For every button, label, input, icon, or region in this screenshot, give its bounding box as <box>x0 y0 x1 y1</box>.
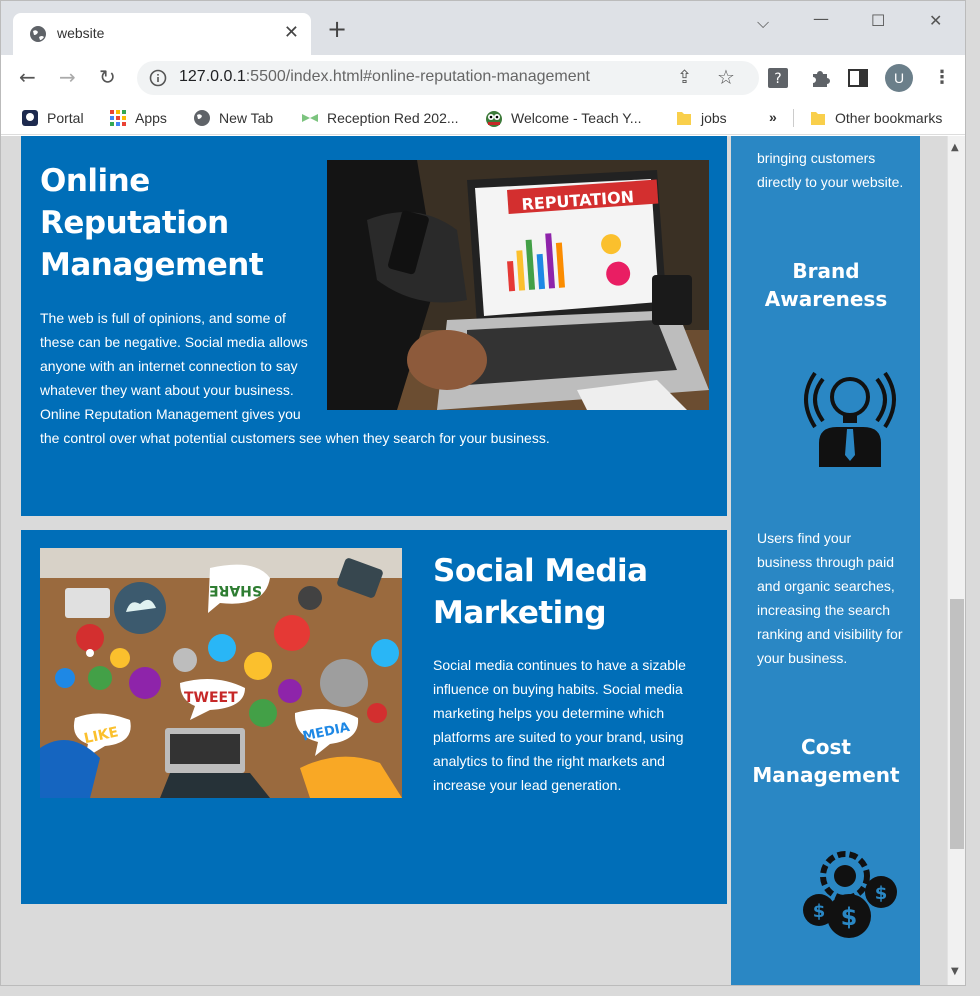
share-bubble-text: SHARE <box>209 582 262 598</box>
bookmark-welcome-teach[interactable]: Welcome - Teach Y... <box>485 109 641 127</box>
smm-body: Social media continues to have a sizable… <box>433 657 686 793</box>
orm-title-line: Reputation <box>40 205 229 241</box>
info-icon[interactable] <box>149 69 167 87</box>
profile-avatar[interactable]: U <box>885 64 913 92</box>
kebab-menu-icon[interactable]: ⋮ <box>933 67 951 88</box>
bowtie-icon <box>302 114 318 122</box>
bookmark-label: Welcome - Teach Y... <box>511 110 642 126</box>
brand-title-line: Awareness <box>764 287 888 311</box>
scroll-up-arrow-icon[interactable]: ▲ <box>951 142 959 153</box>
page-viewport: REPUTATION Online Reputation Management … <box>1 136 947 985</box>
address-bar[interactable]: 127.0.0.1:5500/index.html#online-reputat… <box>137 61 759 95</box>
float-spacer <box>310 306 710 414</box>
page-scrollbar[interactable]: ▲ ▼ <box>947 136 965 985</box>
close-window-button[interactable]: ✕ <box>929 11 942 30</box>
svg-text:?: ? <box>774 71 781 87</box>
extensions-puzzle-icon[interactable] <box>809 67 831 94</box>
bookmark-label: Other bookmarks <box>835 110 943 126</box>
portal-icon <box>22 110 38 126</box>
sidebar-intro-text: bringing customers directly to your webs… <box>757 150 904 190</box>
new-tab-button[interactable]: + <box>327 17 347 41</box>
bookmarks-bar: Portal Apps New Tab Reception Red 202...… <box>1 101 965 135</box>
orm-title-line: Online <box>40 163 150 199</box>
bookmark-portal[interactable]: Portal <box>21 109 84 127</box>
scroll-down-arrow-icon[interactable]: ▼ <box>951 966 959 977</box>
tab-strip: website ✕ + ⌵ — ☐ ✕ <box>1 1 965 55</box>
chevron-down-icon[interactable]: ⌵ <box>757 13 769 33</box>
folder-icon <box>677 112 691 125</box>
bookmark-star-icon[interactable]: ☆ <box>717 65 735 89</box>
svg-text:$: $ <box>875 883 888 904</box>
reload-icon[interactable]: ↻ <box>99 65 116 89</box>
brand-awareness-title: Brand Awareness <box>741 257 911 313</box>
owl-icon <box>486 111 502 127</box>
bookmark-label: New Tab <box>219 110 274 126</box>
orm-title: Online Reputation Management <box>40 160 264 286</box>
tab-title: website <box>57 25 105 41</box>
browser-toolbar: ← → ↻ 127.0.0.1:5500/index.html#online-r… <box>1 55 965 101</box>
side-panel-icon[interactable] <box>847 67 869 94</box>
bookmark-label: Reception Red 202... <box>327 110 459 126</box>
cost-gear-coins-icon: $ $ $ <box>803 851 897 938</box>
maximize-button[interactable]: ☐ <box>871 11 885 30</box>
services-sidebar: bringing customers directly to your webs… <box>731 136 920 985</box>
cost-management-title: Cost Management <box>741 733 911 789</box>
browser-tab[interactable]: website ✕ <box>13 13 311 55</box>
smm-title-line: Marketing <box>433 595 607 631</box>
brand-awareness-body: Users find your business through paid an… <box>757 530 903 666</box>
social-media-image: SHARE TWEET LIKE MEDIA <box>40 548 402 798</box>
brand-title-line: Brand <box>792 259 860 283</box>
url-text[interactable]: 127.0.0.1:5500/index.html#online-reputat… <box>179 68 590 86</box>
svg-text:$: $ <box>813 901 826 922</box>
smm-title: Social Media Marketing <box>433 550 648 634</box>
folder-icon <box>811 112 825 125</box>
bookmarks-divider <box>793 109 794 127</box>
url-host: 127.0.0.1 <box>179 68 246 85</box>
bookmark-label: jobs <box>701 110 727 126</box>
bookmark-jobs[interactable]: jobs <box>675 109 727 127</box>
tweet-bubble-text: TWEET <box>184 690 238 706</box>
close-tab-icon[interactable]: ✕ <box>284 22 299 43</box>
orm-title-line: Management <box>40 247 264 283</box>
bookmark-other[interactable]: Other bookmarks <box>809 109 942 127</box>
orm-card: REPUTATION Online Reputation Management … <box>21 136 727 516</box>
back-arrow-icon[interactable]: ← <box>19 65 36 89</box>
cost-title-line: Management <box>752 763 900 787</box>
orm-body: The web is full of opinions, and some of… <box>40 306 710 450</box>
share-icon[interactable]: ⇪ <box>677 67 692 88</box>
cost-title-line: Cost <box>801 735 851 759</box>
browser-window: website ✕ + ⌵ — ☐ ✕ ← → ↻ 127.0.0.1:5500… <box>0 0 966 986</box>
scrollbar-thumb[interactable] <box>950 599 964 849</box>
smm-title-line: Social Media <box>433 553 648 589</box>
globe-icon <box>194 110 210 126</box>
apps-grid-icon <box>110 110 126 126</box>
forward-arrow-icon[interactable]: → <box>59 65 76 89</box>
bookmark-label: Portal <box>47 110 84 126</box>
smm-card: SHARE TWEET LIKE MEDIA Social Media Mark… <box>21 530 727 904</box>
globe-icon <box>30 26 46 42</box>
url-path: :5500/index.html#online-reputation-manag… <box>245 68 590 85</box>
lightbulb-person-icon <box>804 371 896 467</box>
svg-text:$: $ <box>841 903 858 931</box>
bookmark-reception-red[interactable]: Reception Red 202... <box>301 109 459 127</box>
help-extension-icon[interactable]: ? <box>767 67 789 94</box>
bookmark-apps[interactable]: Apps <box>109 109 167 127</box>
bookmark-new-tab[interactable]: New Tab <box>193 109 273 127</box>
minimize-button[interactable]: — <box>813 9 829 28</box>
bookmarks-overflow-chevron[interactable]: » <box>769 109 777 125</box>
bookmark-label: Apps <box>135 110 167 126</box>
